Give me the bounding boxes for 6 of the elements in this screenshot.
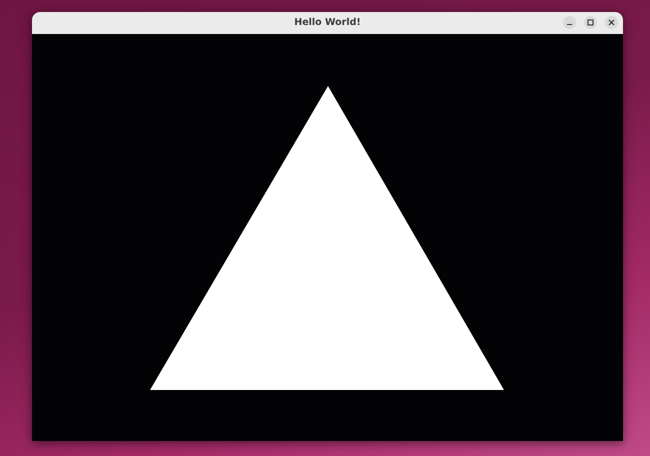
minimize-button[interactable] xyxy=(563,16,576,29)
maximize-button[interactable] xyxy=(584,16,597,29)
close-icon xyxy=(608,19,615,26)
window-title: Hello World! xyxy=(294,16,361,30)
close-button[interactable] xyxy=(605,16,618,29)
maximize-icon xyxy=(587,19,594,26)
